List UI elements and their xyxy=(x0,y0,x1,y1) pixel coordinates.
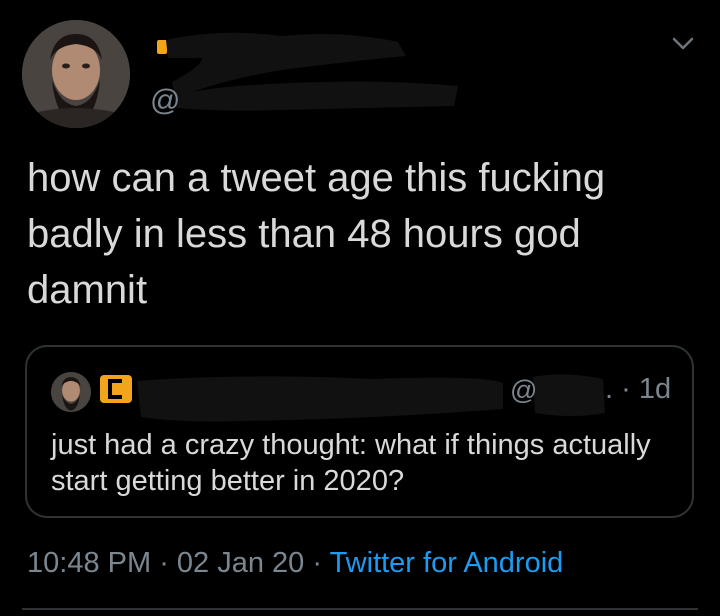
quoted-timestamp: . · 1d xyxy=(605,373,672,405)
source-link[interactable]: Twitter for Android xyxy=(330,547,564,579)
redaction-mark xyxy=(166,32,458,111)
tweet-text: how can a tweet age this fucking badly i… xyxy=(27,156,606,312)
chevron-down-icon[interactable] xyxy=(666,26,700,60)
quoted-tweet-text: just had a crazy thought: what if things… xyxy=(51,429,651,497)
tweet-date: 02 Jan 20 xyxy=(176,547,305,579)
separator: · xyxy=(151,547,177,579)
avatar[interactable] xyxy=(22,20,130,128)
divider xyxy=(22,608,698,610)
handle-prefix: @ xyxy=(150,84,181,117)
separator: · xyxy=(304,547,330,579)
quoted-handle-prefix: @ xyxy=(510,375,538,405)
tweet-time: 10:48 PM xyxy=(27,547,152,579)
quoted-tweet-card[interactable]: @ . · 1d just had a crazy thought: what … xyxy=(25,345,694,518)
redaction-mark xyxy=(137,374,605,422)
tweet-metadata: 10:48 PM · 02 Jan 20 · Twitter for Andro… xyxy=(27,547,563,580)
quoted-avatar xyxy=(51,372,91,412)
